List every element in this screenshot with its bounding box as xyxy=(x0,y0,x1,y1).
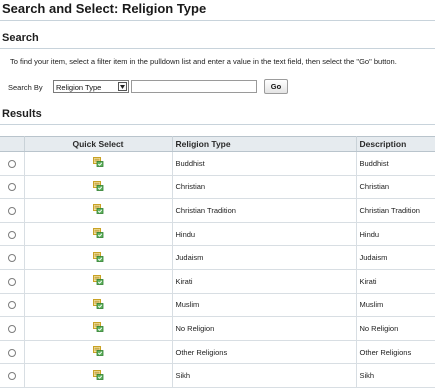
quick-select-cell xyxy=(24,293,173,318)
row-select-cell xyxy=(0,222,25,247)
row-select-radio[interactable] xyxy=(7,324,16,333)
table-row: Other Religions Other Religions xyxy=(0,340,435,365)
row-select-cell xyxy=(0,151,25,176)
description-cell: Christian Tradition xyxy=(356,198,435,223)
description-cell: No Religion xyxy=(356,316,435,341)
quick-select-icon[interactable] xyxy=(92,275,104,287)
religion-type-cell: Hindu xyxy=(172,222,357,247)
description-cell: Buddhist xyxy=(356,151,435,176)
search-text-input[interactable] xyxy=(131,80,257,93)
search-instructions: To find your item, select a filter item … xyxy=(10,57,397,66)
search-by-selected-value: Religion Type xyxy=(56,83,102,92)
description-cell: Hindu xyxy=(356,222,435,247)
quick-select-icon[interactable] xyxy=(92,298,104,311)
row-select-cell xyxy=(0,175,25,200)
quick-select-cell xyxy=(24,175,173,200)
row-select-radio[interactable] xyxy=(7,206,16,215)
quick-select-cell xyxy=(24,269,173,294)
search-section-divider xyxy=(0,48,435,49)
row-select-radio[interactable] xyxy=(7,277,16,286)
results-header-row: Quick Select Religion Type Description xyxy=(0,136,435,152)
description-cell: Christian xyxy=(356,175,435,200)
quick-select-icon[interactable] xyxy=(92,322,104,334)
row-select-cell xyxy=(0,340,25,365)
religion-type-cell: Muslim xyxy=(172,293,357,318)
row-select-radio[interactable] xyxy=(7,159,16,168)
row-select-cell xyxy=(0,269,25,294)
table-row: Hindu Hindu xyxy=(0,222,435,247)
column-header-quick-select: Quick Select xyxy=(24,136,173,152)
row-select-cell xyxy=(0,316,25,341)
quick-select-icon[interactable] xyxy=(92,369,104,382)
row-select-radio[interactable] xyxy=(7,372,16,381)
quick-select-cell xyxy=(24,151,173,176)
row-select-radio[interactable] xyxy=(7,230,16,239)
religion-type-cell: No Religion xyxy=(172,316,357,341)
row-select-radio[interactable] xyxy=(7,301,16,310)
results-section-heading: Results xyxy=(2,108,42,120)
table-row: Christian Christian xyxy=(0,175,435,200)
results-section-divider xyxy=(0,124,435,125)
quick-select-icon[interactable] xyxy=(92,204,104,216)
table-row: No Religion No Religion xyxy=(0,316,435,341)
description-cell: Judaism xyxy=(356,245,435,270)
quick-select-cell xyxy=(24,198,173,223)
religion-type-cell: Buddhist xyxy=(172,151,357,176)
religion-type-cell: Other Religions xyxy=(172,340,357,365)
search-by-label: Search By xyxy=(8,83,43,92)
religion-type-cell: Christian Tradition xyxy=(172,198,357,223)
search-by-select[interactable]: Religion Type xyxy=(53,80,129,93)
go-button[interactable]: Go xyxy=(264,79,288,94)
title-divider xyxy=(0,20,435,21)
description-cell: Kirati xyxy=(356,269,435,294)
results-table: Quick Select Religion Type Description B… xyxy=(0,136,435,388)
quick-select-cell xyxy=(24,340,173,365)
table-row: Kirati Kirati xyxy=(0,269,435,294)
quick-select-cell xyxy=(24,245,173,270)
description-cell: Muslim xyxy=(356,293,435,318)
quick-select-icon[interactable] xyxy=(92,180,104,193)
column-header-description: Description xyxy=(356,136,435,152)
quick-select-cell xyxy=(24,222,173,247)
table-row: Judaism Judaism xyxy=(0,245,435,270)
religion-type-cell: Kirati xyxy=(172,269,357,294)
quick-select-icon[interactable] xyxy=(92,346,104,358)
column-header-select xyxy=(0,136,25,152)
chevron-down-icon[interactable] xyxy=(118,82,127,91)
description-cell: Other Religions xyxy=(356,340,435,365)
quick-select-icon[interactable] xyxy=(92,228,104,240)
row-select-cell xyxy=(0,245,25,270)
religion-type-cell: Judaism xyxy=(172,245,357,270)
quick-select-icon[interactable] xyxy=(92,251,104,264)
row-select-radio[interactable] xyxy=(7,254,16,263)
page-title: Search and Select: Religion Type xyxy=(2,1,207,16)
table-row: Muslim Muslim xyxy=(0,293,435,318)
row-select-radio[interactable] xyxy=(7,183,16,192)
table-row: Buddhist Buddhist xyxy=(0,151,435,176)
row-select-cell xyxy=(0,198,25,223)
row-select-radio[interactable] xyxy=(7,348,16,357)
religion-type-cell: Christian xyxy=(172,175,357,200)
quick-select-cell xyxy=(24,316,173,341)
quick-select-icon[interactable] xyxy=(92,157,104,169)
search-section-heading: Search xyxy=(2,32,39,44)
column-header-religion-type: Religion Type xyxy=(172,136,357,152)
row-select-cell xyxy=(0,293,25,318)
table-row: Christian Tradition Christian Tradition xyxy=(0,198,435,223)
